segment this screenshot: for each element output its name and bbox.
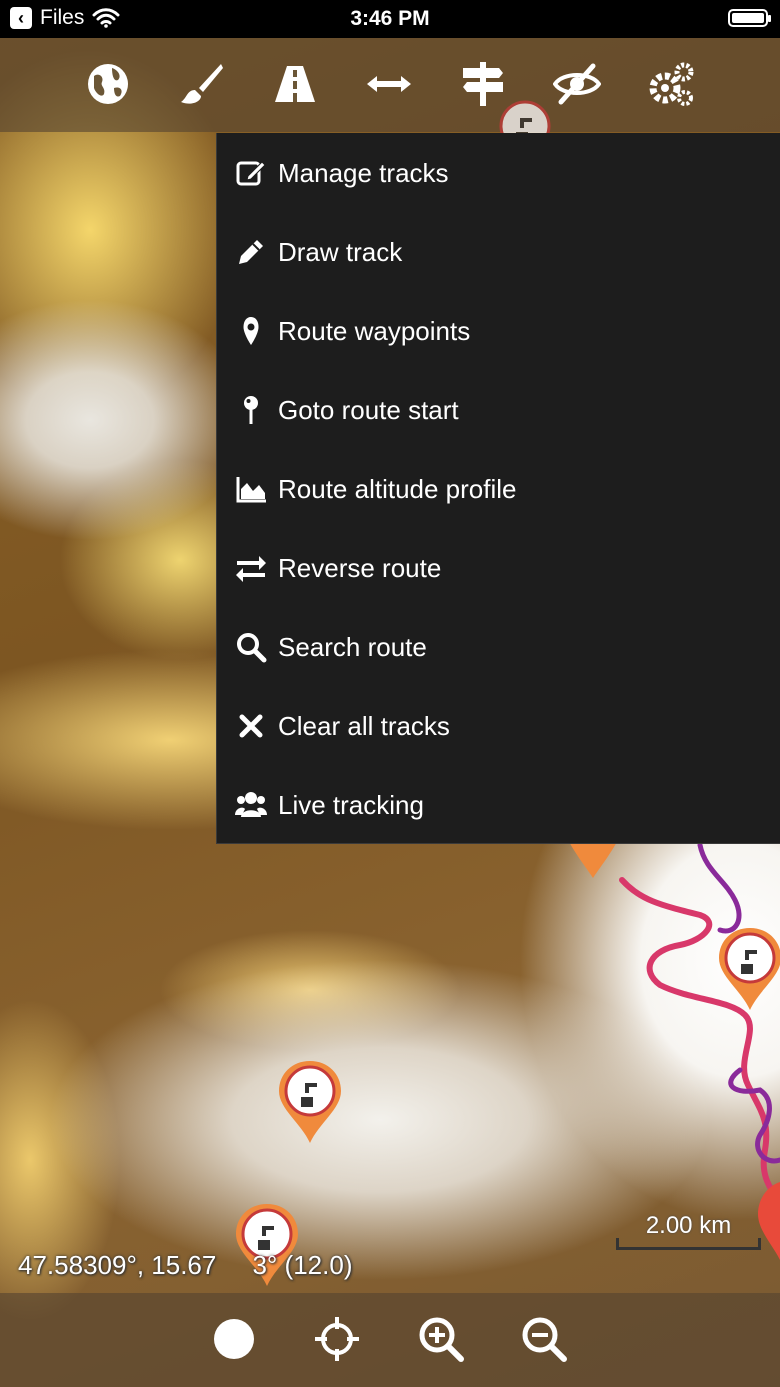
edit-icon bbox=[235, 157, 267, 189]
scale-bar-line bbox=[616, 1238, 761, 1250]
pin-icon bbox=[235, 394, 267, 426]
menu-item-route-altitude-profile[interactable]: Route altitude profile bbox=[217, 449, 780, 528]
search-icon bbox=[235, 631, 267, 663]
menu-item-label: Goto route start bbox=[278, 395, 459, 425]
water-pin-marker[interactable] bbox=[715, 924, 780, 1014]
water-pin-marker[interactable] bbox=[275, 1057, 345, 1147]
zoom-in-icon[interactable] bbox=[417, 1315, 465, 1363]
menu-item-label: Reverse route bbox=[278, 553, 442, 583]
top-toolbar bbox=[0, 38, 780, 132]
pencil-icon bbox=[235, 236, 267, 268]
circle-icon[interactable] bbox=[210, 1315, 258, 1363]
menu-item-reverse-route[interactable]: Reverse route bbox=[217, 528, 780, 607]
menu-item-clear-all-tracks[interactable]: Clear all tracks bbox=[217, 686, 780, 765]
status-bar: ‹ Files 3:46 PM bbox=[0, 0, 780, 38]
menu-item-search-route[interactable]: Search route bbox=[217, 607, 780, 686]
status-time: 3:46 PM bbox=[350, 7, 430, 30]
menu-item-live-tracking[interactable]: Live tracking bbox=[217, 765, 780, 844]
crosshairs-icon[interactable] bbox=[313, 1315, 361, 1363]
map-marker-icon bbox=[235, 315, 267, 347]
menu-item-label: Clear all tracks bbox=[278, 711, 450, 741]
menu-item-label: Route altitude profile bbox=[278, 474, 517, 504]
menu-item-label: Manage tracks bbox=[278, 158, 449, 188]
menu-item-draw-track[interactable]: Draw track bbox=[217, 212, 780, 291]
globe-icon[interactable] bbox=[84, 60, 132, 108]
users-icon bbox=[235, 789, 267, 821]
exchange-icon bbox=[235, 552, 267, 584]
eye-slash-icon[interactable] bbox=[552, 60, 602, 108]
tracks-menu: Manage tracks Draw track Route waypoints… bbox=[216, 133, 780, 844]
menu-item-route-waypoints[interactable]: Route waypoints bbox=[217, 291, 780, 370]
battery-icon bbox=[728, 9, 771, 27]
arrows-h-icon[interactable] bbox=[365, 60, 413, 108]
scale-bar: 2.00 km bbox=[616, 1208, 761, 1250]
menu-item-label: Draw track bbox=[278, 237, 403, 267]
scale-label: 2.00 km bbox=[645, 1212, 732, 1239]
zoom-out-icon[interactable] bbox=[520, 1315, 568, 1363]
menu-item-label: Route waypoints bbox=[278, 316, 471, 346]
bottom-toolbar bbox=[0, 1293, 780, 1387]
gears-icon[interactable] bbox=[647, 60, 695, 108]
menu-item-label: Live tracking bbox=[278, 790, 424, 820]
brush-icon[interactable] bbox=[177, 60, 225, 108]
menu-item-manage-tracks[interactable]: Manage tracks bbox=[217, 133, 780, 212]
times-icon bbox=[235, 710, 267, 742]
coordinates-readout: 47.58309°, 15.67 3° (12.0) bbox=[18, 1250, 353, 1280]
area-chart-icon bbox=[235, 473, 267, 505]
menu-item-goto-route-start[interactable]: Goto route start bbox=[217, 370, 780, 449]
menu-item-label: Search route bbox=[278, 632, 427, 662]
road-icon[interactable] bbox=[271, 60, 319, 108]
